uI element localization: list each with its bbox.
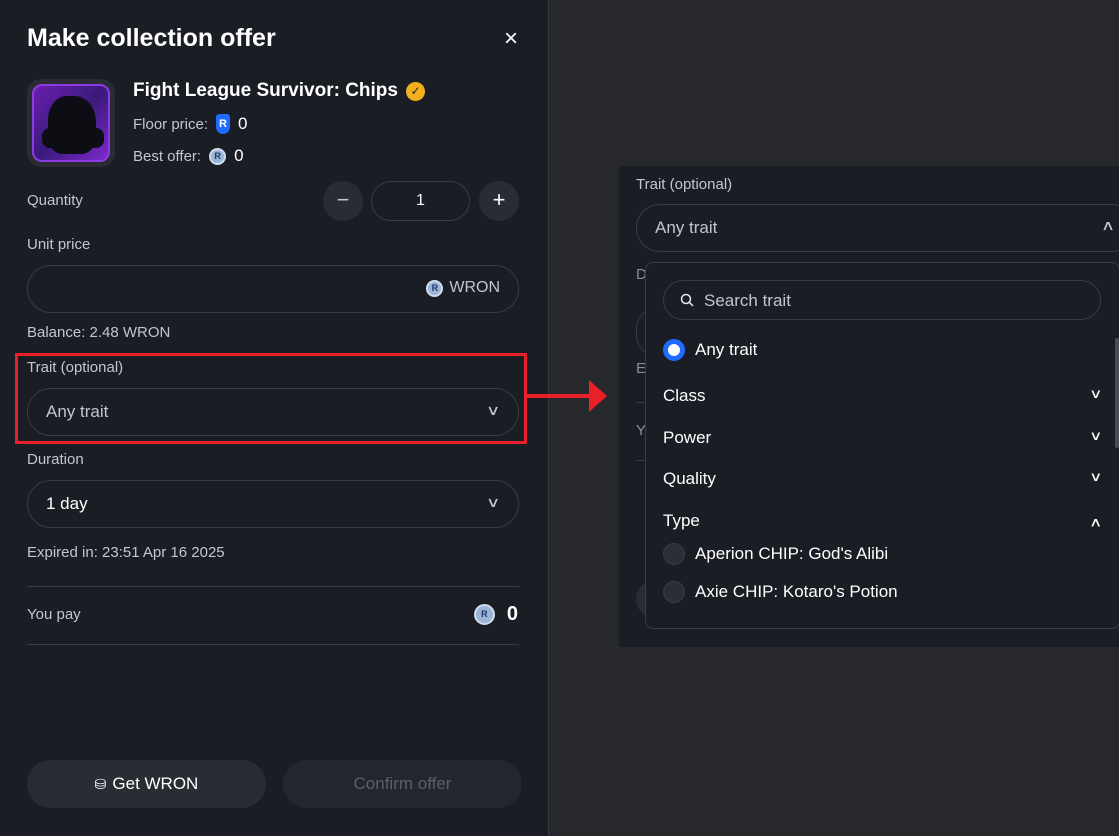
unit-price-input[interactable]: [46, 278, 406, 302]
floor-price-value: 0: [238, 114, 248, 133]
floor-price: Floor price: R 0: [133, 114, 248, 134]
trait-label: Trait (optional): [636, 176, 733, 193]
modal-title: Make collection offer: [27, 24, 276, 52]
collection-name-text: Fight League Survivor: Chips: [133, 80, 398, 101]
currency-suffix: R WRON: [426, 279, 500, 297]
you-pay-value: 0: [506, 603, 518, 625]
get-wron-button[interactable]: ⛁ Get WRON: [27, 760, 266, 808]
trait-selected: Any trait: [655, 218, 718, 237]
trait-group-quality[interactable]: Quality ∨: [663, 469, 1103, 489]
chevron-up-icon: ∨: [1100, 219, 1116, 235]
trait-group-label: Quality: [663, 469, 716, 488]
ron-coin-icon: R: [209, 147, 227, 165]
search-trait-field[interactable]: [663, 280, 1101, 320]
annotation-arrow-head: [589, 380, 607, 412]
trait-option-any[interactable]: Any trait: [663, 339, 757, 361]
radio-selected-icon: [663, 339, 685, 361]
expiry-text: Expired in: 23:51 Apr 16 2025: [27, 544, 225, 561]
collection-name: Fight League Survivor: Chips ✓: [133, 80, 425, 102]
currency-label: WRON: [449, 279, 500, 296]
divider: [27, 586, 519, 587]
trait-option[interactable]: Aperion CHIP: God's Alibi: [663, 543, 888, 565]
get-wron-label: Get WRON: [112, 774, 199, 793]
unit-price-field[interactable]: R WRON: [27, 265, 519, 313]
plus-icon[interactable]: +: [479, 181, 519, 221]
best-offer-label: Best offer:: [133, 147, 202, 165]
best-offer: Best offer: R 0: [133, 146, 244, 166]
trait-option-label: Aperion CHIP: God's Alibi: [695, 544, 889, 563]
trait-option[interactable]: Axie CHIP: Kotaro's Potion: [663, 581, 898, 603]
floor-price-label: Floor price:: [133, 115, 209, 133]
trait-group-label: Power: [663, 428, 712, 447]
balance-text: Balance: 2.48 WRON: [27, 324, 171, 341]
quantity-label: Quantity: [27, 192, 83, 209]
quantity-stepper[interactable]: 1: [371, 181, 470, 221]
divider: [27, 644, 519, 645]
trait-option-label: Any trait: [695, 340, 758, 359]
collection-thumbnail: [27, 79, 115, 167]
trait-group-label: Type: [663, 511, 700, 530]
duration-select[interactable]: 1 day ∨: [27, 480, 519, 528]
you-pay-label: You pay: [27, 606, 81, 623]
trait-select-open[interactable]: Any trait ∨: [636, 204, 1119, 252]
trait-group-power[interactable]: Power ∨: [663, 428, 1103, 448]
chevron-down-icon: ∨: [1089, 469, 1103, 484]
you-pay-amount: R 0: [473, 603, 518, 626]
confirm-offer-button[interactable]: Confirm offer: [283, 760, 522, 808]
best-offer-value: 0: [234, 146, 244, 165]
duration-label: Duration: [27, 451, 84, 468]
radio-unselected-icon: [663, 581, 685, 603]
radio-unselected-icon: [663, 543, 685, 565]
duration-selected: 1 day: [46, 494, 88, 513]
annotation-arrow: [527, 394, 591, 398]
search-icon: [680, 293, 694, 307]
unit-price-label: Unit price: [27, 236, 91, 253]
dropdown-scrollbar[interactable]: [1115, 338, 1119, 448]
trait-group-label: Class: [663, 386, 706, 405]
ron-coin-icon: R: [426, 279, 444, 297]
close-icon[interactable]: ×: [500, 27, 522, 51]
trait-highlight-box: [15, 353, 527, 444]
wallet-icon: ⛁: [94, 776, 107, 792]
trait-dropdown-menu: Any trait Class ∨ Power ∨ Quality ∨ Type…: [645, 262, 1119, 629]
trait-group-class[interactable]: Class ∨: [663, 386, 1103, 406]
minus-icon[interactable]: −: [323, 181, 363, 221]
trait-dropdown-zoom: Trait (optional) Any trait ∨ D E Y Any t…: [619, 166, 1119, 647]
chevron-up-icon: ∨: [1089, 516, 1103, 531]
trait-group-type[interactable]: Type ∨: [663, 511, 1103, 531]
chevron-down-icon: ∨: [485, 494, 501, 510]
chevron-down-icon: ∨: [1089, 386, 1103, 401]
ron-shield-icon: R: [216, 114, 231, 134]
ron-coin-icon: R: [473, 604, 495, 625]
verified-icon: ✓: [405, 81, 425, 101]
chevron-down-icon: ∨: [1089, 428, 1103, 443]
trait-option-label: Axie CHIP: Kotaro's Potion: [695, 582, 898, 601]
search-trait-input[interactable]: [704, 290, 1084, 312]
